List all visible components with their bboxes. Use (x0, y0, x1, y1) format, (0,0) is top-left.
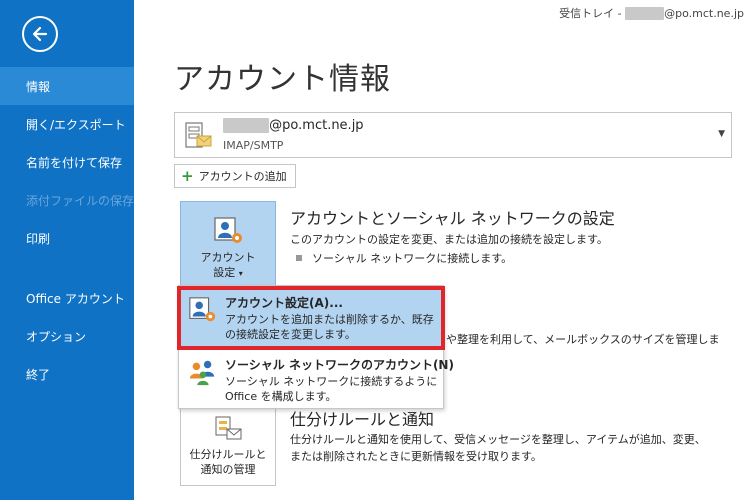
social-network-bullet-text: ソーシャル ネットワークに接続します。 (312, 252, 513, 265)
nav-info[interactable]: 情報 (0, 67, 134, 105)
inbox-prefix: 受信トレイ - (559, 7, 626, 20)
nav-save-attachments: 添付ファイルの保存 (26, 193, 135, 208)
rules-alerts-heading: 仕分けルールと通知 (290, 410, 435, 429)
rules-tile-line2: 通知の管理 (200, 463, 256, 476)
social-people-icon (189, 360, 215, 386)
redacted-email-user: xxxxxx (625, 7, 665, 20)
menu-item-social-accounts[interactable]: ソーシャル ネットワークのアカウント(N) ソーシャル ネットワークに接続するよ… (179, 350, 454, 408)
account-settings-menu: アカウント設定(A)... アカウントを追加または削除するか、既存 の接続設定を… (177, 285, 454, 409)
account-selector[interactable]: xxxxxx@po.mct.ne.jp IMAP/SMTP ▼ (174, 112, 732, 158)
account-settings-desc: このアカウントの設定を変更、または追加の接続を設定します。 (290, 233, 608, 246)
account-email: xxxxxx@po.mct.ne.jp (223, 118, 364, 133)
page-title: アカウント情報 (174, 62, 391, 97)
menu-desc-line2: Office を構成します。 (225, 390, 337, 403)
account-settings-tile[interactable]: アカウント 設定 ▾ (180, 201, 276, 287)
account-email-domain: @po.mct.ne.jp (269, 118, 364, 133)
inbox-indicator: 受信トレイ - xxxxxx@po.mct.ne.jp (559, 5, 744, 21)
rules-tile-line1: 仕分けルールと (189, 448, 267, 461)
rules-alerts-tile[interactable]: 仕分けルールと 通知の管理 (180, 402, 276, 486)
bullet-square-icon (296, 255, 302, 261)
nav-print[interactable]: 印刷 (0, 219, 134, 257)
account-settings-icon (189, 297, 216, 322)
inbox-email-domain: @po.mct.ne.jp (664, 7, 744, 20)
menu-item-title: アカウント設定(A)... (225, 296, 343, 310)
rules-desc-line2: または削除されたときに更新情報を受け取ります。 (290, 450, 542, 463)
mail-account-icon (185, 122, 212, 148)
nav-options[interactable]: オプション (0, 317, 134, 355)
menu-desc-line2: の接続設定を変更します。 (225, 328, 356, 341)
rules-desc-line1: 仕分けルールと通知を使用して、受信メッセージを整理し、アイテムが追加、変更、 (290, 433, 706, 446)
redacted-account-user: xxxxxx (223, 118, 270, 133)
tile-label-line2: 設定 ▾ (181, 265, 275, 281)
rules-alerts-icon (215, 416, 242, 440)
add-account-label: アカウントの追加 (198, 170, 287, 183)
tile-label-text: 設定 (213, 266, 236, 279)
account-settings-heading: アカウントとソーシャル ネットワークの設定 (290, 209, 615, 228)
backstage-sidebar: 情報 開く/エクスポート 名前を付けて保存 添付ファイルの保存 印刷 Offic… (0, 0, 134, 500)
plus-icon: + (181, 166, 194, 185)
chevron-down-icon: ▾ (238, 269, 243, 278)
back-button[interactable] (22, 16, 58, 52)
social-network-bullet: ソーシャル ネットワークに接続します。 (296, 250, 512, 266)
menu-item-desc: アカウントを追加または削除するか、既存 の接続設定を変更します。 (225, 312, 434, 342)
menu-item-title: ソーシャル ネットワークのアカウント(N) (225, 358, 454, 372)
tile-label-line1: アカウント (200, 251, 256, 264)
dropdown-arrow-icon: ▼ (718, 129, 725, 139)
menu-desc-line1: ソーシャル ネットワークに接続するように (225, 375, 438, 388)
menu-desc-line1: アカウントを追加または削除するか、既存 (225, 313, 434, 326)
rules-alerts-desc: 仕分けルールと通知を使用して、受信メッセージを整理し、アイテムが追加、変更、 ま… (290, 431, 706, 465)
account-settings-tile-label: アカウント 設定 ▾ (181, 250, 275, 281)
nav-office-account[interactable]: Office アカウント (0, 279, 134, 317)
nav-open-export[interactable]: 開く/エクスポート (0, 105, 134, 143)
rules-alerts-tile-label: 仕分けルールと 通知の管理 (181, 447, 275, 477)
menu-item-account-settings[interactable]: アカウント設定(A)... アカウントを追加または削除するか、既存 の接続設定を… (177, 286, 445, 350)
menu-item-desc: ソーシャル ネットワークに接続するように Office を構成します。 (225, 374, 437, 404)
add-account-button[interactable]: + アカウントの追加 (174, 164, 296, 188)
account-settings-icon (214, 217, 242, 243)
account-type: IMAP/SMTP (223, 139, 284, 152)
back-arrow-icon (32, 26, 48, 42)
nav-exit[interactable]: 終了 (0, 355, 134, 393)
mailbox-cleanup-desc: や整理を利用して、メールボックスのサイズを管理しま (446, 333, 720, 346)
nav-save-as[interactable]: 名前を付けて保存 (0, 143, 134, 181)
